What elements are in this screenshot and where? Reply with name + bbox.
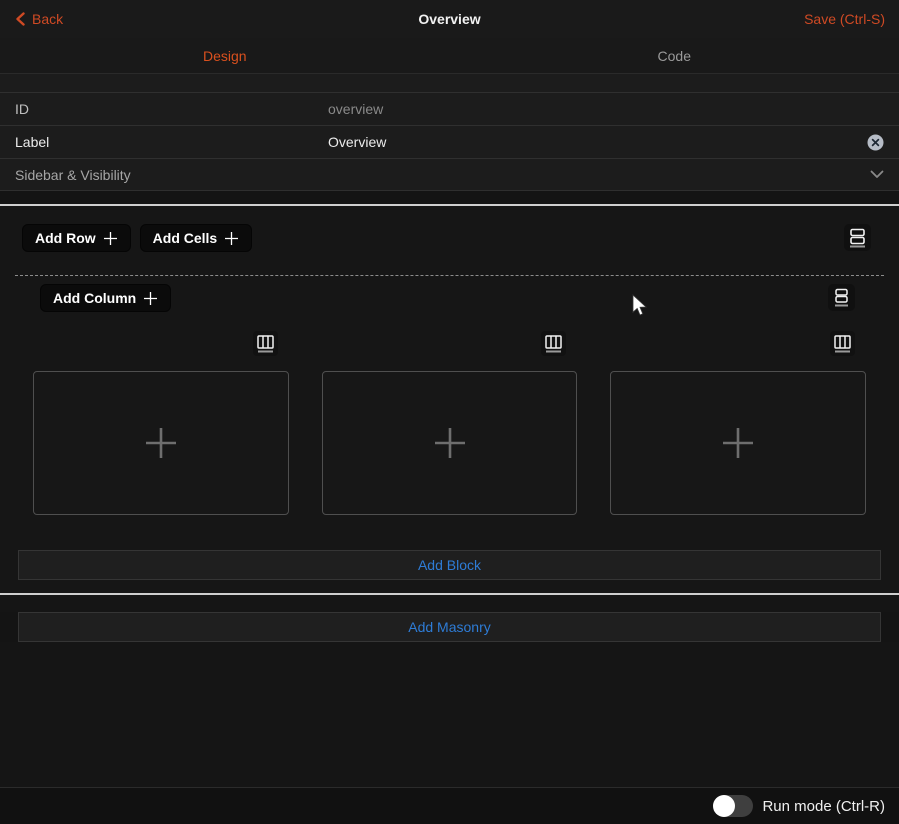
columns-container [0,331,899,515]
form-row-id[interactable]: ID overview [0,92,899,125]
add-cells-label: Add Cells [153,230,218,246]
plus-icon [143,425,179,461]
top-bar: Back Overview Save (Ctrl-S) [0,0,899,38]
column-2 [322,331,578,515]
run-mode-label: Run mode (Ctrl-R) [762,798,885,815]
page-title: Overview [0,11,899,27]
section-gap [0,191,899,204]
add-row-button[interactable]: Add Row [22,224,131,252]
column-layout-button[interactable] [541,331,566,356]
save-button[interactable]: Save (Ctrl-S) [804,11,885,27]
columns-icon [543,333,564,354]
plus-icon [143,291,158,306]
plus-icon [103,231,118,246]
plus-icon [432,425,468,461]
page-builder-window: Back Overview Save (Ctrl-S) Design Code … [0,0,899,824]
add-cell-placeholder[interactable] [33,371,289,515]
run-mode-toggle[interactable] [713,795,753,817]
add-block-button[interactable]: Add Block [18,550,881,580]
section-divider-bottom [0,593,899,595]
row-layout-button[interactable] [828,284,855,311]
form-row-label[interactable]: Label Overview [0,125,899,158]
form-row-sidebar-visibility[interactable]: Sidebar & Visibility [0,158,899,191]
sidebar-visibility-label: Sidebar & Visibility [15,167,328,183]
label-label: Label [15,134,328,150]
add-row-label: Add Row [35,230,96,246]
id-label: ID [15,101,328,117]
add-masonry-button[interactable]: Add Masonry [18,612,881,642]
tab-design[interactable]: Design [0,38,450,73]
masonry-section: Add Masonry [0,612,899,642]
column-3 [610,331,866,515]
add-column-button[interactable]: Add Column [40,284,171,312]
add-cell-placeholder[interactable] [322,371,578,515]
column-1 [33,331,289,515]
layout-editor: Add Row Add Cells [0,206,899,593]
row-layout-button[interactable] [844,224,871,251]
column-layout-button[interactable] [830,331,855,356]
close-circle-icon[interactable] [867,134,884,151]
rows-icon [847,227,868,248]
footer-bar: Run mode (Ctrl-R) [0,787,899,824]
plus-icon [224,231,239,246]
columns-icon [832,333,853,354]
tab-code[interactable]: Code [450,38,899,73]
add-cells-button[interactable]: Add Cells [140,224,253,252]
column-layout-button[interactable] [253,331,278,356]
chevron-down-icon [870,170,884,179]
label-value[interactable]: Overview [328,134,386,150]
add-cell-placeholder[interactable] [610,371,866,515]
page-settings-form: ID overview Label Overview Sidebar & Vis… [0,74,899,191]
add-column-label: Add Column [53,290,136,306]
columns-icon [255,333,276,354]
row-toolbar: Add Row Add Cells [0,206,899,275]
tab-bar: Design Code [0,38,899,74]
id-value[interactable]: overview [328,101,383,117]
toggle-knob [713,795,735,817]
back-label: Back [32,11,63,27]
back-button[interactable]: Back [14,11,63,27]
rows-icon [831,287,852,308]
column-toolbar: Add Column [0,276,899,312]
chevron-left-icon [14,12,27,26]
plus-icon [720,425,756,461]
